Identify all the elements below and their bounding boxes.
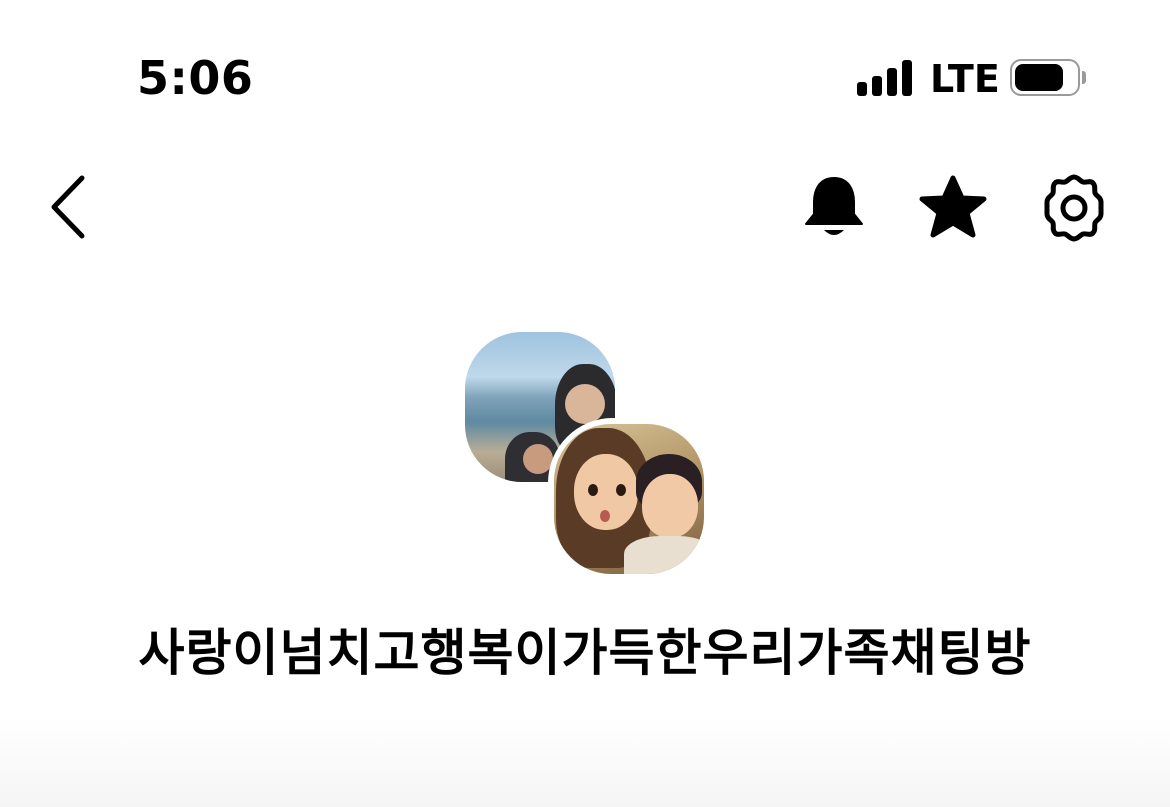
chat-room-title: 사랑이넘치고행복이가득한우리가족채팅방 — [138, 624, 1032, 682]
avatar-face — [565, 384, 605, 424]
page-bottom-shade — [0, 717, 1170, 807]
back-button[interactable] — [44, 172, 94, 242]
gear-icon — [1044, 174, 1104, 242]
illustrated-family-avatar[interactable] — [548, 418, 710, 580]
star-icon — [919, 175, 987, 238]
signal-bars-icon — [857, 60, 915, 96]
status-time: 5:06 — [137, 51, 254, 105]
bell-icon — [805, 177, 863, 235]
favorite-button[interactable] — [918, 174, 988, 240]
avatar-image — [554, 424, 704, 574]
battery-icon — [1010, 59, 1086, 96]
notification-button[interactable] — [802, 174, 866, 242]
chevron-left-icon — [51, 175, 85, 239]
settings-button[interactable] — [1038, 172, 1110, 244]
network-type: LTE — [930, 57, 1000, 101]
